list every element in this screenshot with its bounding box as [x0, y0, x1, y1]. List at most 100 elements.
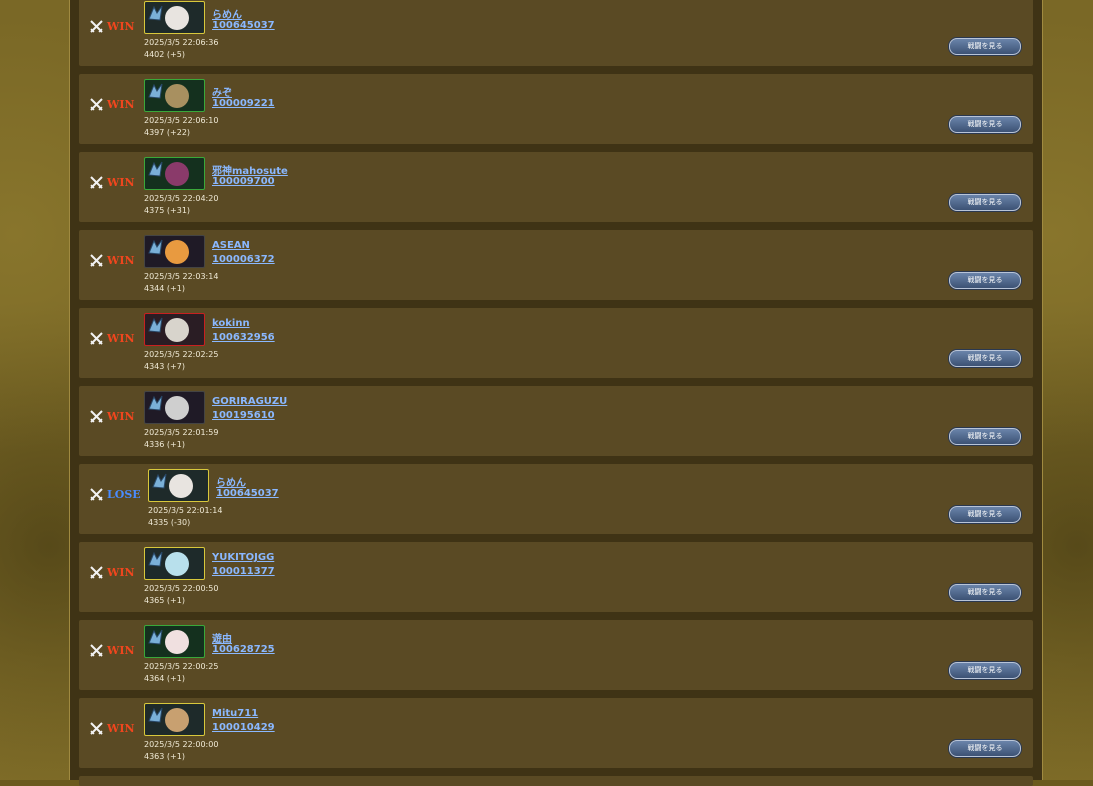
- unit-icon: [146, 81, 166, 101]
- opponent-avatar[interactable]: [144, 79, 205, 112]
- battle-row: LOSE らめん 100645037 2025/3/5 22:01:14 4335 (-…: [79, 464, 1033, 534]
- opponent-id-link[interactable]: 100632956: [212, 332, 275, 343]
- opponent-avatar[interactable]: [144, 157, 205, 190]
- battle-result: WIN: [90, 254, 135, 267]
- avatar-portrait: [165, 84, 189, 108]
- crossed-swords-icon: [90, 488, 103, 501]
- opponent-name-link[interactable]: Mitu711: [212, 708, 258, 719]
- crossed-swords-icon: [90, 332, 103, 345]
- battle-row: WIN GORIRAGUZU 100195610 2025/3/5 22:01:59 4…: [79, 386, 1033, 456]
- watch-battle-button[interactable]: 戦闘を見る: [949, 272, 1021, 289]
- result-label: WIN: [107, 20, 135, 33]
- result-label: WIN: [107, 644, 135, 657]
- avatar-portrait: [165, 708, 189, 732]
- unit-icon: [146, 705, 166, 725]
- battle-row: WIN Mitu711 100010429 2025/3/5 22:00:00 4363…: [79, 698, 1033, 768]
- battle-datetime: 2025/3/5 22:06:10: [144, 116, 219, 125]
- battle-rating: 4335 (-30): [148, 518, 191, 527]
- unit-icon: [146, 159, 166, 179]
- opponent-avatar[interactable]: [144, 235, 205, 268]
- background-right: [1041, 0, 1093, 780]
- watch-battle-button[interactable]: 戦闘を見る: [949, 350, 1021, 367]
- watch-battle-button[interactable]: 戦闘を見る: [949, 506, 1021, 523]
- opponent-id-link[interactable]: 100009700: [212, 176, 275, 187]
- battle-row: [79, 776, 1033, 786]
- unit-icon: [146, 237, 166, 257]
- watch-battle-button[interactable]: 戦闘を見る: [949, 428, 1021, 445]
- opponent-id-link[interactable]: 100011377: [212, 566, 275, 577]
- battle-rating: 4363 (+1): [144, 752, 185, 761]
- opponent-avatar[interactable]: [144, 313, 205, 346]
- battle-history-list: WIN らめん 100645037 2025/3/5 22:06:36 4402 (+5…: [69, 0, 1043, 786]
- battle-rating: 4365 (+1): [144, 596, 185, 605]
- opponent-id-link[interactable]: 100645037: [216, 488, 279, 499]
- result-label: WIN: [107, 332, 135, 345]
- battle-result: WIN: [90, 644, 135, 657]
- battle-datetime: 2025/3/5 22:01:59: [144, 428, 219, 437]
- opponent-name-link[interactable]: 遊由: [212, 630, 232, 645]
- watch-battle-button[interactable]: 戦闘を見る: [949, 662, 1021, 679]
- avatar-portrait: [165, 396, 189, 420]
- battle-datetime: 2025/3/5 22:04:20: [144, 194, 219, 203]
- opponent-id-link[interactable]: 100006372: [212, 254, 275, 265]
- opponent-avatar[interactable]: [144, 1, 205, 34]
- battle-result: WIN: [90, 722, 135, 735]
- opponent-id-link[interactable]: 100645037: [212, 20, 275, 31]
- opponent-id-link[interactable]: 100628725: [212, 644, 275, 655]
- battle-row: WIN ASEAN 100006372 2025/3/5 22:03:14 4344 (…: [79, 230, 1033, 300]
- opponent-avatar[interactable]: [144, 625, 205, 658]
- avatar-portrait: [165, 162, 189, 186]
- battle-row: WIN 邪神mahosute 100009700 2025/3/5 22:04:20 4…: [79, 152, 1033, 222]
- opponent-name-link[interactable]: GORIRAGUZU: [212, 396, 287, 407]
- opponent-name-link[interactable]: らめん: [212, 6, 242, 21]
- battle-result: WIN: [90, 98, 135, 111]
- battle-rating: 4343 (+7): [144, 362, 185, 371]
- result-label: WIN: [107, 176, 135, 189]
- battle-result: WIN: [90, 566, 135, 579]
- battle-datetime: 2025/3/5 22:00:50: [144, 584, 219, 593]
- watch-battle-button[interactable]: 戦闘を見る: [949, 116, 1021, 133]
- unit-icon: [146, 549, 166, 569]
- result-label: WIN: [107, 410, 135, 423]
- opponent-id-link[interactable]: 100195610: [212, 410, 275, 421]
- result-label: WIN: [107, 722, 135, 735]
- opponent-id-link[interactable]: 100009221: [212, 98, 275, 109]
- battle-result: WIN: [90, 332, 135, 345]
- battle-datetime: 2025/3/5 22:03:14: [144, 272, 219, 281]
- crossed-swords-icon: [90, 566, 103, 579]
- battle-result: LOSE: [90, 488, 141, 501]
- opponent-name-link[interactable]: kokinn: [212, 318, 250, 329]
- avatar-portrait: [165, 630, 189, 654]
- unit-icon: [146, 393, 166, 413]
- result-label: LOSE: [107, 488, 141, 501]
- watch-battle-button[interactable]: 戦闘を見る: [949, 740, 1021, 757]
- battle-rating: 4344 (+1): [144, 284, 185, 293]
- watch-battle-button[interactable]: 戦闘を見る: [949, 194, 1021, 211]
- unit-icon: [150, 471, 170, 491]
- battle-row: WIN 遊由 100628725 2025/3/5 22:00:25 4364 (+1)…: [79, 620, 1033, 690]
- unit-icon: [146, 627, 166, 647]
- battle-row: WIN みぞ 100009221 2025/3/5 22:06:10 4397 (+22…: [79, 74, 1033, 144]
- opponent-name-link[interactable]: ASEAN: [212, 240, 250, 251]
- crossed-swords-icon: [90, 254, 103, 267]
- opponent-name-link[interactable]: らめん: [216, 474, 246, 489]
- background-left: [0, 0, 70, 780]
- battle-row: WIN kokinn 100632956 2025/3/5 22:02:25 4343 …: [79, 308, 1033, 378]
- opponent-name-link[interactable]: 邪神mahosute: [212, 162, 288, 177]
- opponent-avatar[interactable]: [144, 547, 205, 580]
- battle-datetime: 2025/3/5 22:00:25: [144, 662, 219, 671]
- battle-result: WIN: [90, 410, 135, 423]
- watch-battle-button[interactable]: 戦闘を見る: [949, 584, 1021, 601]
- battle-result: WIN: [90, 176, 135, 189]
- opponent-name-link[interactable]: みぞ: [212, 84, 232, 99]
- opponent-name-link[interactable]: YUKITOJGG: [212, 552, 274, 563]
- watch-battle-button[interactable]: 戦闘を見る: [949, 38, 1021, 55]
- opponent-id-link[interactable]: 100010429: [212, 722, 275, 733]
- result-label: WIN: [107, 254, 135, 267]
- battle-result: WIN: [90, 20, 135, 33]
- opponent-avatar[interactable]: [148, 469, 209, 502]
- crossed-swords-icon: [90, 20, 103, 33]
- opponent-avatar[interactable]: [144, 703, 205, 736]
- battle-datetime: 2025/3/5 22:06:36: [144, 38, 219, 47]
- opponent-avatar[interactable]: [144, 391, 205, 424]
